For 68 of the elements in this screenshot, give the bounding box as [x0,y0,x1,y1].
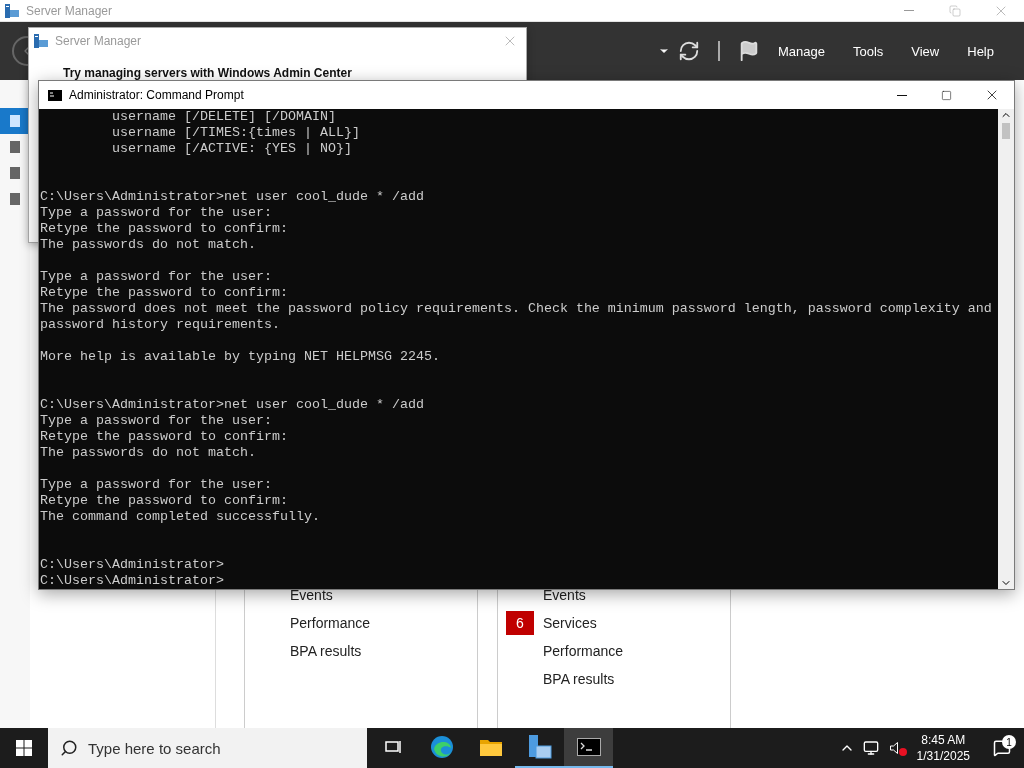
console-line: Retype the password to confirm: [40,221,289,237]
terminal-icon [576,738,601,756]
console-line: More help is available by typing NET HELPMSG 2245. [40,349,441,365]
terminal-icon [48,89,62,101]
menu-item[interactable]: View [901,39,950,63]
tile-link[interactable]: Performance [543,643,624,659]
console-line: The passwords do not match. [40,445,257,461]
dialog-title: Server Manager [55,34,142,48]
refresh-icon[interactable] [677,40,700,62]
nav-item[interactable] [0,108,30,134]
console-line: password history requirements. [40,317,281,333]
minimize-icon [896,94,907,96]
console-line: Retype the password to confirm: [40,493,289,509]
tile-link[interactable]: Performance [290,615,371,631]
taskbar-app[interactable] [564,728,613,768]
console-line: Retype the password to confirm: [40,429,289,445]
network-icon [862,740,879,756]
clock[interactable]: 8:45 AM 1/31/2025 [906,732,980,764]
clock-time: 8:45 AM [921,732,966,748]
menu-item[interactable]: Help [957,39,1004,63]
task-view-icon [383,739,402,755]
speaker-icon [890,742,900,754]
tile-link[interactable]: Events [543,587,586,603]
minimize-icon [904,10,914,11]
panel-icon [9,166,21,180]
restore-icon [949,4,961,17]
console-line: The password does not meet the password policy requirements. Check the minimum password length, password complexity and [40,301,993,317]
panel-icon [9,114,21,128]
browser-icon [429,735,454,759]
tile-link[interactable]: BPA results [543,671,615,687]
notification-count: 1 [1002,735,1016,749]
menu-item[interactable]: Tools [842,39,894,63]
console-line: C:\Users\Administrator>net user cool_dude * /add [40,397,425,413]
console-line: username [/ACTIVE: {YES | NO}] [110,141,353,157]
tile-link[interactable]: BPA results [290,643,362,659]
tile-link[interactable]: Events [290,587,333,603]
server-manager-icon [33,33,49,49]
dialog-heading: Try managing servers with Windows Admin Center [63,66,353,80]
search-field[interactable]: Type here to search [48,728,367,768]
scrollbar[interactable] [998,109,1014,589]
panel-icon [9,192,21,206]
console-line: username [/TIMES:{times | ALL}] [110,125,361,141]
mute-icon [898,748,907,756]
window-title: Administrator: Command Prompt [69,88,244,102]
console-line: C:\Users\Administrator> [40,557,225,573]
console-line: Type a password for the user: [40,477,273,493]
server-manager-icon [526,734,553,760]
console-line: The passwords do not match. [40,237,257,253]
clock-date: 1/31/2025 [916,748,970,764]
maximize-icon [941,89,952,101]
console-line: Type a password for the user: [40,269,273,285]
console-line: C:\Users\Administrator>net user cool_dude * /add [40,189,425,205]
window-title: Server Manager [26,3,113,18]
menu-item[interactable]: Manage [767,39,835,63]
scroll-thumb[interactable] [1002,123,1010,139]
panel-icon [9,140,21,154]
folder-icon [478,737,503,757]
tile-link[interactable]: Services [543,615,597,631]
console-line: Type a password for the user: [40,205,273,221]
console-line: username [/DELETE] [/DOMAIN] [110,109,337,125]
count-badge: 6 [506,611,534,635]
console-line: Retype the password to confirm: [40,285,289,301]
console-line: The command completed successfully. [40,509,321,525]
search-icon [60,739,78,757]
message-icon [993,739,1011,757]
windows-logo-icon [16,740,32,756]
console-line: C:\Users\Administrator> [40,573,225,589]
console-line: Type a password for the user: [40,413,273,429]
